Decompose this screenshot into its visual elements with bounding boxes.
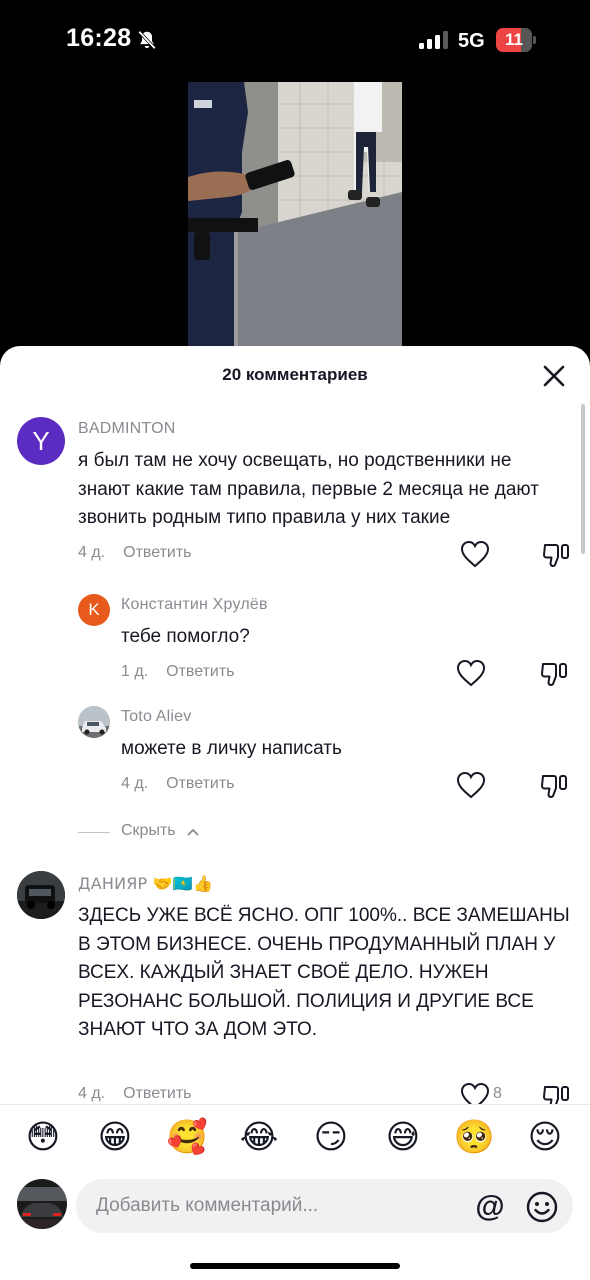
car-photo-icon: [78, 706, 110, 738]
network-type: 5G: [458, 30, 485, 52]
emoji-pleading[interactable]: 🥺: [452, 1115, 496, 1159]
sheet-header: 20 комментариев: [0, 346, 590, 404]
reply-button[interactable]: Ответить: [123, 1085, 191, 1102]
comment-author[interactable]: ДАНИЯР 🤝🇰🇿👍: [78, 874, 213, 893]
reply-button[interactable]: Ответить: [166, 775, 234, 792]
status-bar: 16:28 5G 11: [0, 0, 590, 80]
comment-time: 4 д.: [78, 1085, 106, 1102]
comment-author[interactable]: BADMINTON: [78, 420, 176, 438]
battery-level: 11: [505, 30, 523, 49]
reply-button[interactable]: Ответить: [123, 544, 191, 561]
emoji-picker-icon[interactable]: [525, 1190, 559, 1224]
close-icon[interactable]: [538, 360, 570, 392]
avatar[interactable]: [78, 706, 110, 738]
comment-author[interactable]: Toto Aliev: [121, 708, 191, 726]
emoji-hearts[interactable]: 🥰: [165, 1115, 209, 1159]
comment-meta: 4 д. Ответить: [78, 544, 192, 562]
heart-icon[interactable]: [456, 771, 486, 799]
comment-text: тебе помогло?: [121, 626, 250, 647]
emoji-relieved[interactable]: 😌: [523, 1115, 567, 1159]
comment-text: я был там не хочу освещать, но родственн…: [78, 450, 539, 528]
scrollbar[interactable]: [581, 404, 585, 554]
battery-icon: 11: [496, 28, 536, 52]
comment-author[interactable]: Константин Хрулёв: [121, 596, 268, 614]
comments-count-title: 20 комментариев: [222, 365, 368, 384]
emoji-joy[interactable]: 😂: [237, 1115, 281, 1159]
avatar[interactable]: [17, 871, 65, 919]
quick-emoji-row: 😳 😁 🥰 😂 😏 😅 🥺 😌: [0, 1115, 590, 1161]
emoji-grin[interactable]: 😁: [93, 1115, 137, 1159]
comment-time: 4 д.: [121, 775, 149, 792]
avatar[interactable]: K: [78, 594, 110, 626]
car-photo-icon: [17, 871, 65, 919]
comment-time: 1 д.: [121, 663, 149, 680]
comment-text: ЗДЕСЬ УЖЕ ВСЁ ЯСНО. ОПГ 100%.. ВСЕ ЗАМЕШ…: [78, 905, 570, 1040]
comments-sheet: 20 комментариев Y BADMINTON я был там не…: [0, 346, 590, 1280]
hide-replies-label: Скрыть: [121, 822, 176, 839]
comment-meta: 4 д. Ответить: [78, 1085, 192, 1103]
comment-time: 4 д.: [78, 544, 106, 561]
reply-button[interactable]: Ответить: [166, 663, 234, 680]
comment-meta: 4 д. Ответить: [121, 775, 235, 793]
signal-icon: [419, 31, 448, 49]
avatar-letter: Y: [32, 425, 50, 456]
emoji-sweat-smile[interactable]: 😅: [381, 1115, 425, 1159]
heart-icon[interactable]: [460, 540, 490, 568]
car-photo-icon: [17, 1179, 67, 1229]
dislike-icon[interactable]: [542, 539, 572, 569]
comment-composer: 😳 😁 🥰 😂 😏 😅 🥺 😌 @: [0, 1104, 590, 1280]
mention-button[interactable]: @: [473, 1190, 507, 1224]
home-indicator: [190, 1263, 400, 1269]
avatar[interactable]: Y: [17, 417, 65, 465]
like-count: 8: [493, 1085, 502, 1102]
dislike-icon[interactable]: [540, 770, 570, 800]
comment-meta: 1 д. Ответить: [121, 663, 235, 681]
bell-off-icon: [138, 30, 156, 50]
dislike-icon[interactable]: [540, 658, 570, 688]
user-avatar[interactable]: [17, 1179, 67, 1229]
divider-line: [78, 832, 110, 833]
status-time: 16:28: [66, 24, 132, 52]
emoji-flushed[interactable]: 😳: [21, 1115, 65, 1159]
avatar-letter: K: [88, 600, 100, 619]
chevron-up-icon: [187, 828, 199, 836]
video-thumbnail[interactable]: [188, 82, 402, 348]
comment-input[interactable]: [96, 1179, 466, 1233]
heart-icon[interactable]: [456, 659, 486, 687]
comment-text: можете в личку написать: [121, 738, 342, 759]
emoji-smirk[interactable]: 😏: [309, 1115, 353, 1159]
comment-input-box: @: [76, 1179, 573, 1233]
